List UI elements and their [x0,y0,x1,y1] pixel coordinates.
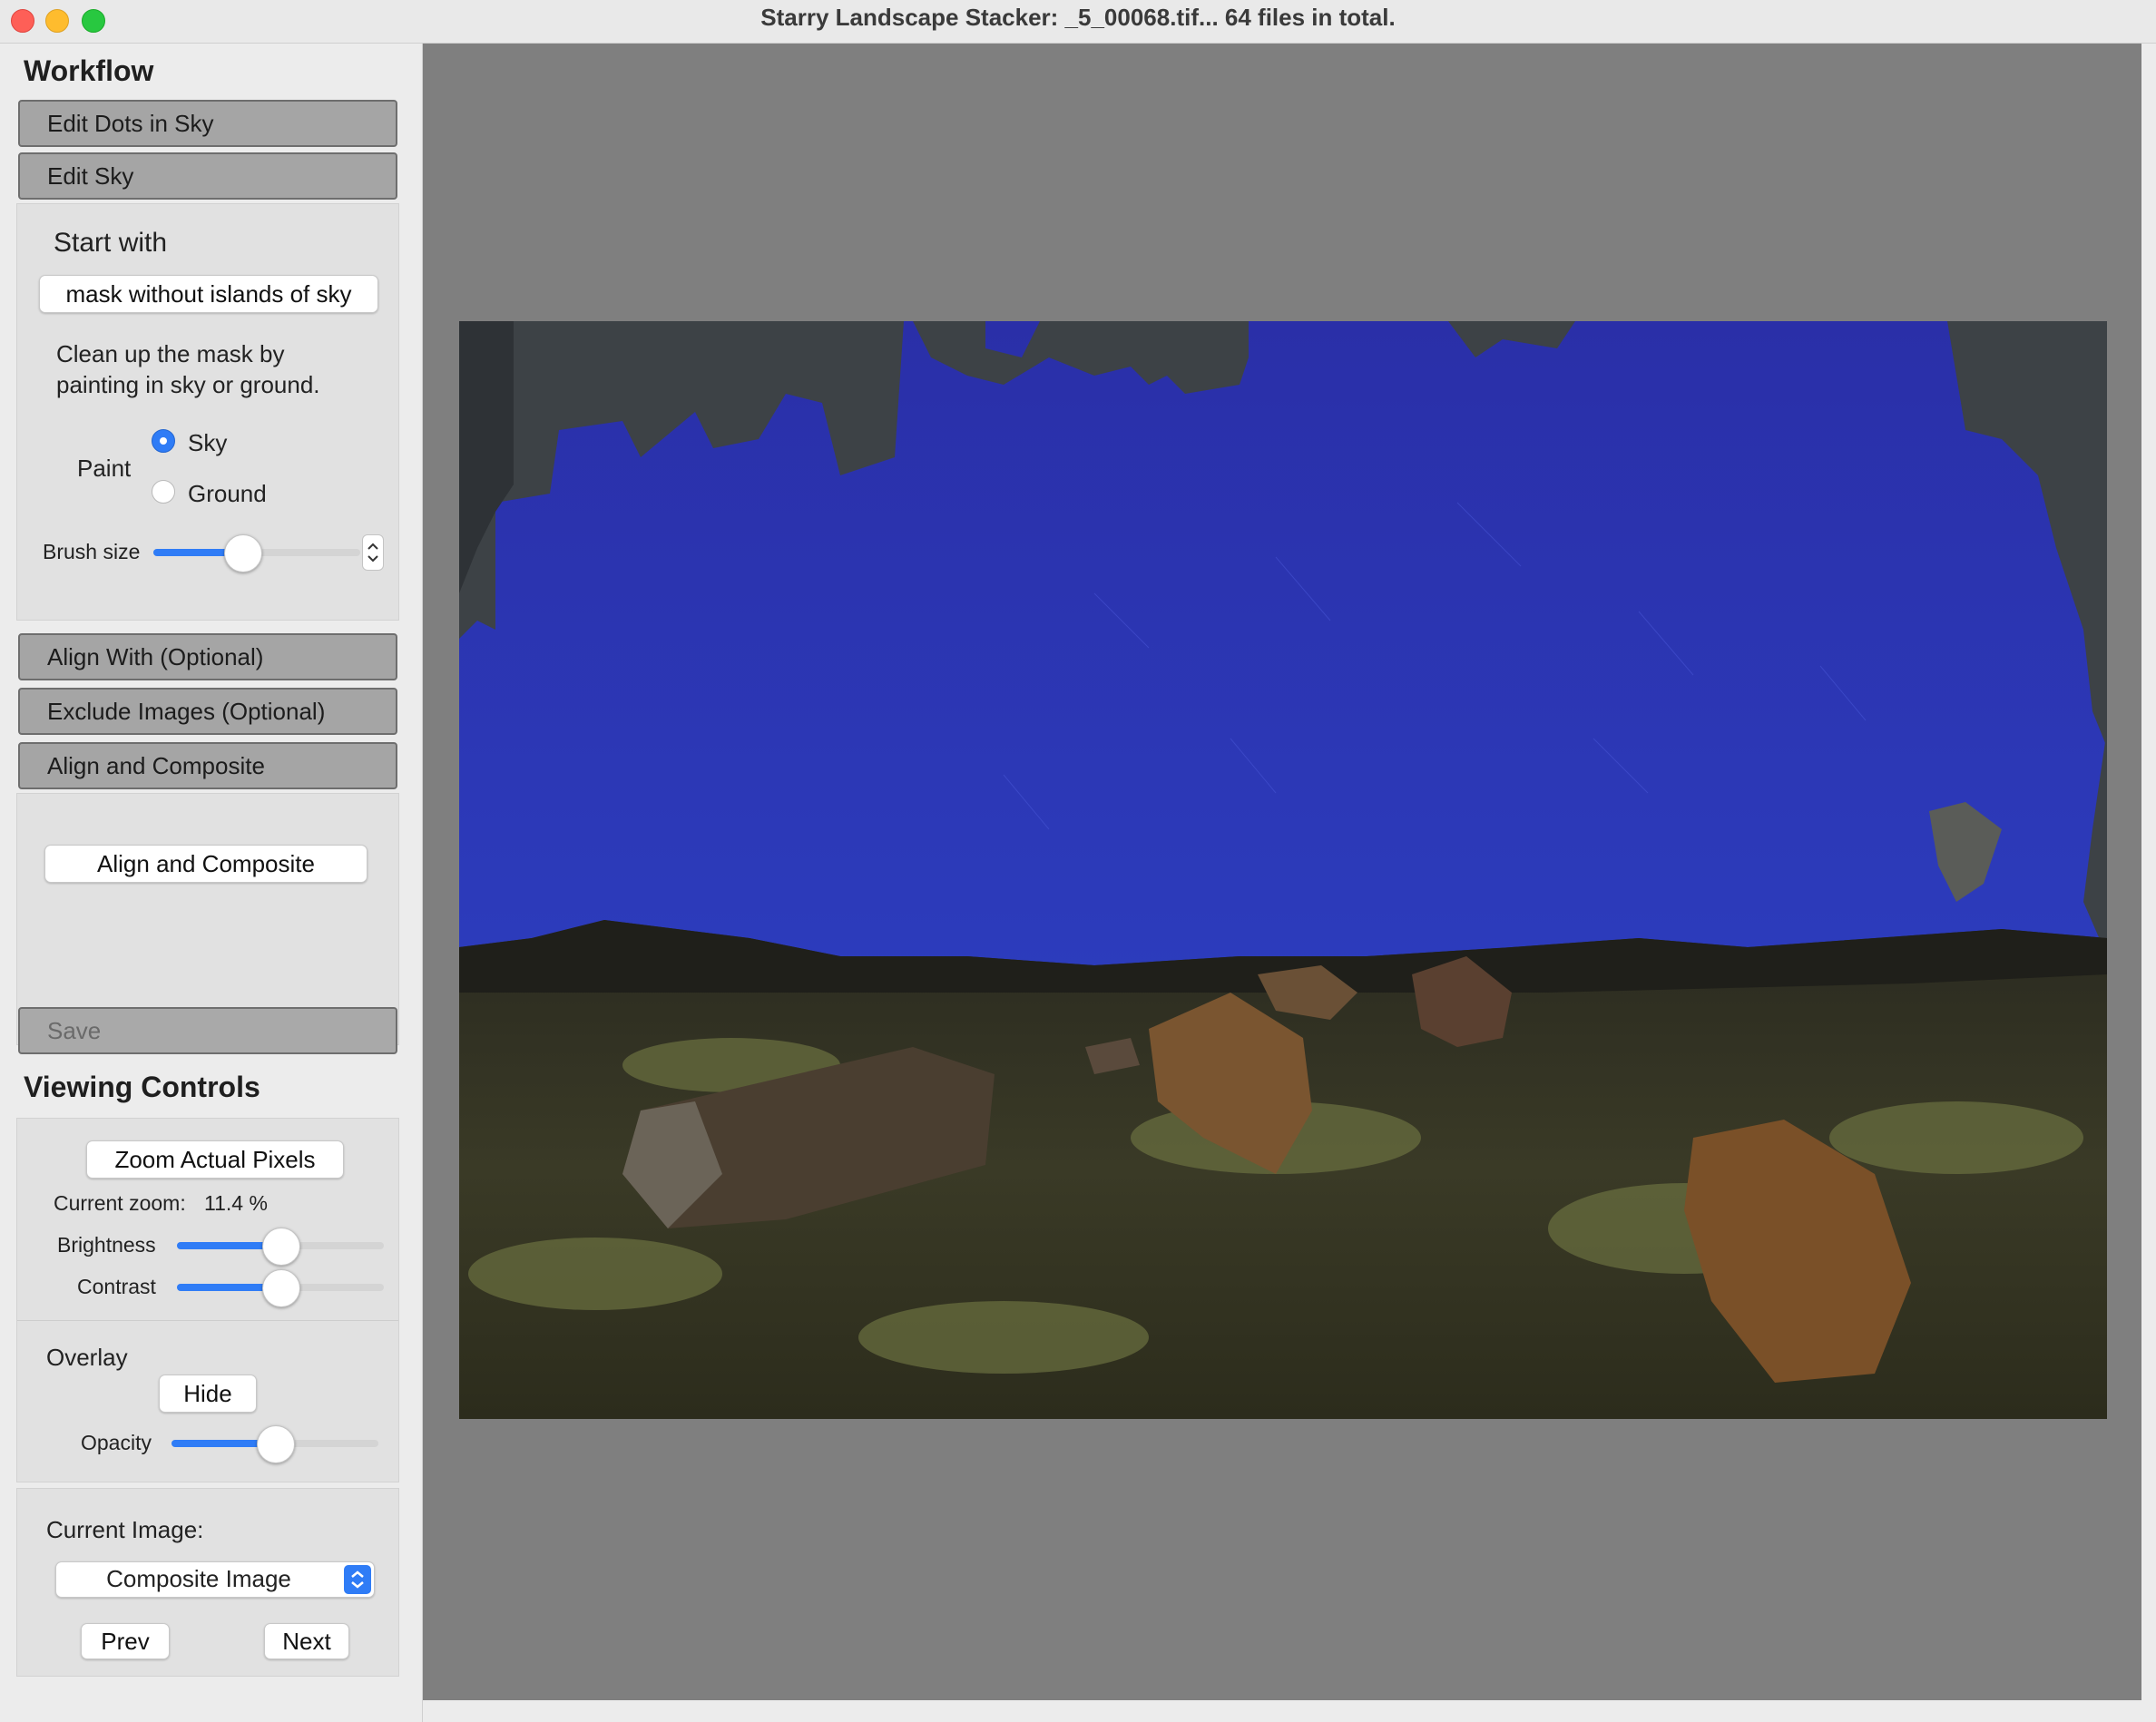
paint-sky-radio[interactable] [152,429,175,453]
instructions-line1: Clean up the mask by [56,340,285,367]
current-image-label: Current Image: [46,1516,204,1543]
current-zoom-label: Current zoom: [54,1191,186,1215]
sidebar: Workflow Edit Dots in Sky Edit Sky Start… [0,44,423,1722]
next-button[interactable]: Next [264,1623,349,1659]
window-title: Starry Landscape Stacker: _5_00068.tif..… [760,4,1396,31]
zoom-actual-pixels-button[interactable]: Zoom Actual Pixels [86,1140,344,1179]
step-exclude-images[interactable]: Exclude Images (Optional) [18,688,397,735]
night-landscape-image [459,321,2107,1419]
save-button[interactable]: Save [18,1007,397,1054]
viewing-controls-title: Viewing Controls [24,1071,260,1103]
align-and-composite-button[interactable]: Align and Composite [44,845,368,883]
edit-sky-panel: Start with mask without islands of sky C… [16,203,399,621]
paint-sky-label[interactable]: Sky [188,429,227,457]
viewing-divider [17,1320,398,1321]
brush-size-stepper[interactable] [362,534,384,571]
step-edit-dots-in-sky[interactable]: Edit Dots in Sky [18,100,397,147]
step-align-with[interactable]: Align With (Optional) [18,633,397,680]
composite-photo[interactable] [459,321,2107,1419]
paint-label: Paint [77,455,132,482]
step-align-and-composite[interactable]: Align and Composite [18,742,397,789]
current-image-panel: Current Image: Composite Image Prev Next [16,1488,399,1677]
paint-ground-radio[interactable] [152,480,175,504]
workflow-title: Workflow [24,54,154,87]
current-image-select[interactable]: Composite Image [55,1561,375,1598]
brightness-knob[interactable] [262,1228,300,1266]
prev-button[interactable]: Prev [81,1623,170,1659]
opacity-slider[interactable] [172,1425,378,1463]
brightness-label: Brightness [57,1233,156,1257]
contrast-slider[interactable] [177,1269,384,1307]
brightness-slider[interactable] [177,1228,384,1266]
brush-size-slider[interactable] [153,534,360,572]
opacity-knob[interactable] [257,1425,295,1463]
contrast-knob[interactable] [262,1269,300,1307]
updown-stepper-icon [368,543,378,563]
current-image-value: Composite Image [106,1565,291,1592]
viewing-controls-panel: Zoom Actual Pixels Current zoom: 11.4 % … [16,1118,399,1482]
updown-chevron-icon [344,1565,371,1594]
start-with-popup[interactable]: mask without islands of sky [39,275,378,313]
contrast-label: Contrast [77,1275,156,1298]
brush-size-knob[interactable] [224,534,262,572]
current-zoom-value: 11.4 % [204,1191,268,1215]
viewer-bottom-bar [423,1700,2156,1722]
viewer-scroll-gutter [2141,44,2156,1722]
step-edit-sky[interactable]: Edit Sky [18,152,397,200]
hide-overlay-button[interactable]: Hide [159,1375,257,1413]
start-with-label: Start with [54,228,168,258]
instructions-line2: painting in sky or ground. [56,371,320,398]
overlay-label: Overlay [46,1344,128,1371]
title-bar: Starry Landscape Stacker: _5_00068.tif..… [0,0,2156,44]
opacity-label: Opacity [81,1431,152,1454]
brush-size-label: Brush size [43,540,141,563]
paint-ground-label[interactable]: Ground [188,480,267,508]
